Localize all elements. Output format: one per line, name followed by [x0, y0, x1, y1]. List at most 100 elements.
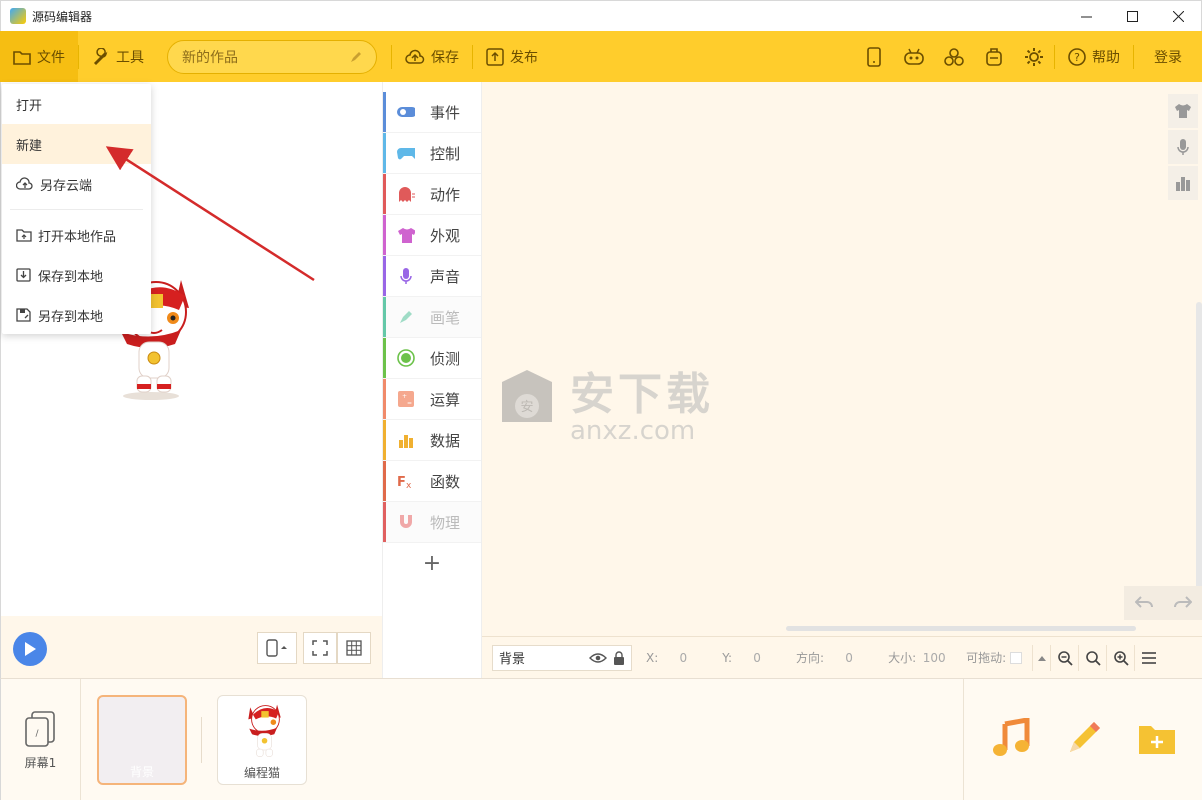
stage-controls — [1, 616, 383, 678]
sprite-label: 编程猫 — [243, 766, 280, 780]
category-events[interactable]: 事件 — [383, 92, 481, 133]
direction-property: 方向: 0 — [796, 645, 875, 670]
category-pen[interactable]: 画笔 — [383, 297, 481, 338]
extensions-button[interactable] — [934, 31, 974, 82]
cloud-upload-icon — [16, 177, 33, 190]
category-functions[interactable]: Fx 函数 — [383, 461, 481, 502]
device-preview-button[interactable] — [854, 31, 894, 82]
draggable-checkbox[interactable] — [1010, 651, 1023, 664]
category-label: 侦测 — [430, 349, 461, 368]
maximize-icon — [1126, 10, 1138, 22]
zoom-out-icon — [1057, 650, 1073, 666]
object-name-icons — [589, 650, 625, 665]
menu-item-open-local[interactable]: 打开本地作品 — [2, 215, 151, 255]
category-color-bar — [383, 338, 386, 378]
undo-redo-group — [1124, 586, 1202, 620]
menu-item-save-cloud[interactable]: 另存云端 — [2, 164, 151, 204]
data-tool-button[interactable] — [1168, 166, 1198, 200]
backpack-button[interactable] — [974, 31, 1014, 82]
svg-text:F: F — [397, 475, 406, 489]
vertical-scrollbar[interactable] — [1196, 302, 1202, 602]
robot-icon — [904, 48, 924, 65]
sprite-card-background[interactable]: 背景 — [97, 695, 187, 785]
cloud-upload-icon — [405, 49, 425, 64]
tablet-icon: / — [24, 710, 55, 747]
property-bar: 背景 X: 0 Y: 0 方向: 0 大小: 100 可拖动: — [482, 636, 1202, 678]
maximize-button[interactable] — [1109, 1, 1155, 31]
publish-button[interactable]: 发布 — [473, 31, 551, 82]
download-icon — [16, 268, 31, 282]
close-button[interactable] — [1155, 1, 1201, 31]
costume-tool-button[interactable] — [1168, 94, 1198, 128]
code-workspace[interactable]: 安 安下载 anxz.com — [482, 82, 1202, 636]
fullscreen-button[interactable] — [303, 632, 337, 664]
sprite-card-cat[interactable]: 编程猫 — [217, 695, 307, 785]
menu-item-save-local[interactable]: 保存到本地 — [2, 255, 151, 295]
help-label: 帮助 — [1092, 49, 1120, 66]
category-looks[interactable]: 外观 — [383, 215, 481, 256]
category-color-bar — [383, 92, 386, 132]
gear-icon — [1025, 47, 1043, 66]
draw-sprite-button[interactable] — [1064, 718, 1104, 762]
minimize-icon — [1080, 16, 1092, 17]
add-folder-button[interactable] — [1137, 720, 1177, 760]
tools-menu-label: 工具 — [116, 49, 144, 66]
menu-item-save-as-local[interactable]: 另存到本地 — [2, 295, 151, 335]
category-motion[interactable]: 动作 — [383, 174, 481, 215]
music-icon — [992, 717, 1029, 756]
zoom-reset-button[interactable] — [1078, 644, 1106, 671]
undo-icon — [1134, 595, 1153, 608]
category-data[interactable]: 数据 — [383, 420, 481, 461]
category-sound[interactable]: 声音 — [383, 256, 481, 297]
lock-icon[interactable] — [613, 650, 625, 665]
add-music-button[interactable] — [991, 717, 1031, 762]
minimize-button[interactable] — [1063, 1, 1109, 31]
toolbar-right-group: ? 帮助 登录 — [854, 31, 1202, 82]
category-control[interactable]: 控制 — [383, 133, 481, 174]
sound-tool-button[interactable] — [1168, 130, 1198, 164]
add-category-button[interactable]: + — [383, 543, 481, 583]
project-name-field[interactable]: 新的作品 — [167, 39, 377, 74]
category-color-bar — [383, 215, 386, 255]
zoom-in-button[interactable] — [1106, 644, 1134, 671]
toggle-icon — [397, 103, 415, 121]
settings-button[interactable] — [1014, 31, 1054, 82]
category-sensing[interactable]: 侦测 — [383, 338, 481, 379]
file-menu-button[interactable]: 文件 — [0, 31, 78, 82]
more-menu-button[interactable] — [1134, 644, 1162, 671]
category-physics[interactable]: 物理 — [383, 502, 481, 543]
save-button[interactable]: 保存 — [392, 31, 472, 82]
robot-button[interactable] — [894, 31, 934, 82]
menu-item-label: 打开本地作品 — [38, 229, 117, 245]
menu-item-label: 保存到本地 — [38, 269, 104, 285]
category-operators[interactable]: + = 运算 — [383, 379, 481, 420]
save-label: 保存 — [431, 49, 459, 66]
device-select-button[interactable] — [257, 632, 297, 664]
menu-item-open[interactable]: 打开 — [2, 84, 151, 124]
object-name-field[interactable]: 背景 — [492, 644, 632, 671]
menu-item-new[interactable]: 新建 — [2, 124, 151, 164]
collapse-button[interactable] — [1032, 644, 1050, 671]
svg-text:x: x — [406, 481, 412, 489]
grid-toggle-button[interactable] — [337, 632, 371, 664]
size-input[interactable]: 100 — [916, 645, 953, 670]
microphone-icon — [397, 267, 415, 285]
x-input[interactable]: 0 — [658, 645, 709, 670]
zoom-out-button[interactable] — [1050, 644, 1078, 671]
direction-input[interactable]: 0 — [824, 645, 875, 670]
menu-divider — [10, 209, 143, 210]
play-button[interactable] — [13, 632, 47, 666]
sprite-panel: / 屏幕1 背景 编程猫 — [0, 678, 1202, 800]
login-button[interactable]: 登录 — [1134, 31, 1202, 82]
category-color-bar — [383, 379, 386, 419]
eye-icon[interactable] — [589, 652, 607, 664]
help-button[interactable]: ? 帮助 — [1055, 31, 1133, 82]
category-color-bar — [383, 502, 386, 542]
redo-button[interactable] — [1173, 593, 1192, 614]
screen-selector[interactable]: / 屏幕1 — [1, 679, 81, 800]
horizontal-scrollbar[interactable] — [786, 626, 1136, 631]
category-color-bar — [383, 461, 386, 501]
undo-button[interactable] — [1134, 593, 1153, 614]
tools-menu-button[interactable]: 工具 — [79, 31, 157, 82]
y-input[interactable]: 0 — [732, 645, 783, 670]
